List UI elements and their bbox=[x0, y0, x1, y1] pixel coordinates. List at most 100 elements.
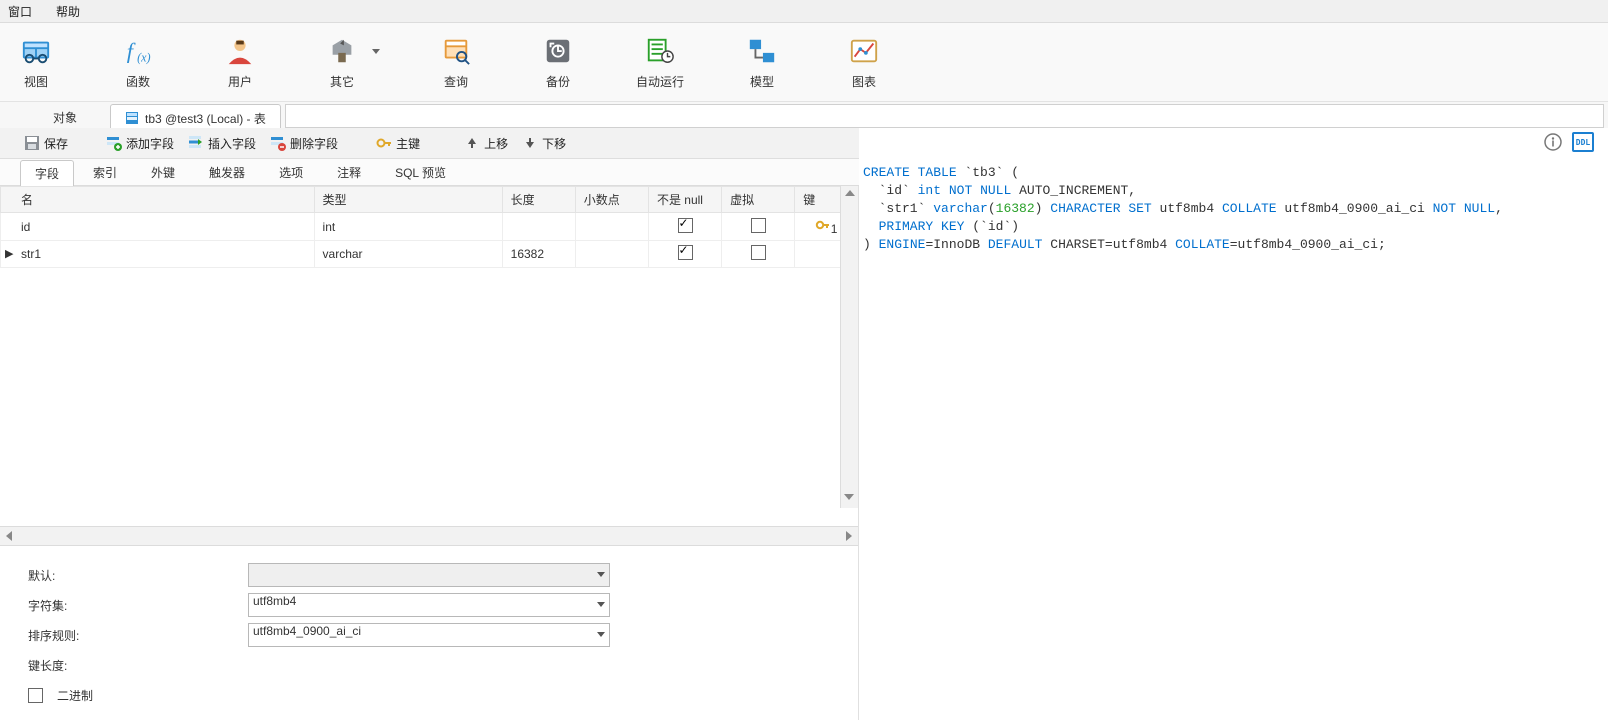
cell-type[interactable]: int bbox=[314, 213, 502, 241]
function-label: 函数 bbox=[126, 73, 150, 90]
other-button[interactable]: 其它 bbox=[316, 35, 368, 90]
col-notnull[interactable]: 不是 null bbox=[648, 187, 721, 213]
sql-preview-panel: DDL CREATE TABLE `tb3` ( `id` int NOT NU… bbox=[859, 128, 1608, 720]
tab-triggers[interactable]: 触发器 bbox=[194, 159, 260, 185]
checkbox-icon[interactable] bbox=[751, 218, 766, 233]
cell-dec[interactable] bbox=[575, 213, 648, 241]
cell-virt[interactable] bbox=[722, 213, 795, 241]
design-toolbar: 保存 添加字段 插入字段 删除字段 bbox=[0, 128, 882, 159]
save-button[interactable]: 保存 bbox=[24, 135, 68, 152]
cell-nn[interactable] bbox=[648, 213, 721, 241]
tab-foreign-keys[interactable]: 外键 bbox=[136, 159, 190, 185]
table-row[interactable]: ▶ str1 varchar 16382 bbox=[1, 241, 858, 268]
info-icon[interactable] bbox=[1544, 133, 1562, 151]
sql-text: CREATE TABLE `tb3` ( `id` int NOT NULL A… bbox=[859, 156, 1608, 254]
scroll-right-icon[interactable] bbox=[846, 531, 852, 541]
design-tabs: 字段 索引 外键 触发器 选项 注释 SQL 预览 bbox=[0, 159, 878, 186]
prop-collate-value: utf8mb4_0900_ai_ci bbox=[253, 624, 361, 638]
user-icon bbox=[224, 35, 256, 67]
col-length[interactable]: 长度 bbox=[502, 187, 575, 213]
cell-name[interactable]: ▶ str1 bbox=[1, 241, 315, 268]
prop-collate-label: 排序规则: bbox=[28, 627, 238, 644]
cell-type[interactable]: varchar bbox=[314, 241, 502, 268]
col-name[interactable]: 名 bbox=[1, 187, 315, 213]
query-button[interactable]: 查询 bbox=[430, 35, 482, 90]
current-row-marker-icon: ▶ bbox=[5, 247, 13, 260]
col-virtual[interactable]: 虚拟 bbox=[722, 187, 795, 213]
autorun-button[interactable]: 自动运行 bbox=[634, 35, 686, 90]
add-field-icon bbox=[106, 135, 122, 151]
tab-objects-label: 对象 bbox=[53, 109, 77, 126]
other-dropdown-icon[interactable] bbox=[372, 49, 380, 54]
function-button[interactable]: f(x) 函数 bbox=[112, 35, 164, 90]
field-properties: 默认: 字符集: utf8mb4 排序规则: utf8mb4_0900_ai_c… bbox=[0, 545, 858, 720]
tab-fields[interactable]: 字段 bbox=[20, 160, 74, 186]
cell-name[interactable]: id bbox=[1, 213, 315, 241]
tab-options[interactable]: 选项 bbox=[264, 159, 318, 185]
chart-button[interactable]: 图表 bbox=[838, 35, 890, 90]
menu-window[interactable]: 窗口 bbox=[8, 3, 32, 20]
pk-number: 1 bbox=[831, 222, 838, 236]
other-icon bbox=[326, 35, 358, 67]
view-label: 视图 bbox=[24, 73, 48, 90]
top-menubar: 窗口 帮助 bbox=[0, 0, 1608, 23]
move-up-button[interactable]: 上移 bbox=[464, 135, 508, 152]
cell-nn[interactable] bbox=[648, 241, 721, 268]
move-down-label: 下移 bbox=[542, 135, 566, 152]
tab-objects[interactable]: 对象 bbox=[20, 103, 110, 130]
primary-key-button[interactable]: 主键 bbox=[376, 135, 420, 152]
tab-table-design-label: tb3 @test3 (Local) - 表 bbox=[145, 110, 266, 127]
delete-field-icon bbox=[270, 135, 286, 151]
prop-charset-select[interactable]: utf8mb4 bbox=[248, 593, 610, 617]
cell-dec[interactable] bbox=[575, 241, 648, 268]
add-field-button[interactable]: 添加字段 bbox=[106, 135, 174, 152]
col-type[interactable]: 类型 bbox=[314, 187, 502, 213]
tab-sql-preview[interactable]: SQL 预览 bbox=[380, 159, 461, 185]
arrow-up-icon bbox=[464, 135, 480, 151]
chevron-down-icon bbox=[597, 632, 605, 637]
user-label: 用户 bbox=[228, 73, 252, 90]
model-icon bbox=[746, 35, 778, 67]
backup-icon bbox=[542, 35, 574, 67]
chevron-down-icon bbox=[597, 572, 605, 577]
query-icon bbox=[440, 35, 472, 67]
menu-help[interactable]: 帮助 bbox=[56, 3, 80, 20]
cell-len[interactable] bbox=[502, 213, 575, 241]
user-button[interactable]: 用户 bbox=[214, 35, 266, 90]
checkbox-checked-icon[interactable] bbox=[678, 218, 693, 233]
ribbon-toolbar: 视图 f(x) 函数 用户 其它 查询 备份 bbox=[0, 23, 1608, 102]
address-bar[interactable] bbox=[285, 104, 1604, 128]
insert-field-label: 插入字段 bbox=[208, 135, 256, 152]
save-label: 保存 bbox=[44, 135, 68, 152]
checkbox-checked-icon[interactable] bbox=[678, 245, 693, 260]
backup-button[interactable]: 备份 bbox=[532, 35, 584, 90]
view-button[interactable]: 视图 bbox=[10, 35, 62, 90]
insert-field-button[interactable]: 插入字段 bbox=[188, 135, 256, 152]
prop-default-select[interactable] bbox=[248, 563, 610, 587]
primary-key-label: 主键 bbox=[396, 135, 420, 152]
ddl-toggle-icon[interactable]: DDL bbox=[1572, 132, 1594, 152]
prop-binary-checkbox[interactable] bbox=[28, 688, 43, 703]
tab-table-design[interactable]: tb3 @test3 (Local) - 表 bbox=[110, 104, 281, 131]
cell-len[interactable]: 16382 bbox=[502, 241, 575, 268]
svg-text:f: f bbox=[127, 38, 136, 63]
insert-field-icon bbox=[188, 135, 204, 151]
tab-indexes[interactable]: 索引 bbox=[78, 159, 132, 185]
table-row[interactable]: id int 1 bbox=[1, 213, 858, 241]
prop-collate-select[interactable]: utf8mb4_0900_ai_ci bbox=[248, 623, 610, 647]
fields-grid[interactable]: 名 类型 长度 小数点 不是 null 虚拟 键 id int bbox=[0, 186, 858, 526]
cell-virt[interactable] bbox=[722, 241, 795, 268]
vertical-scrollbar[interactable] bbox=[840, 186, 858, 508]
autorun-icon bbox=[644, 35, 676, 67]
primary-key-icon bbox=[815, 217, 831, 233]
move-down-button[interactable]: 下移 bbox=[522, 135, 566, 152]
delete-field-button[interactable]: 删除字段 bbox=[270, 135, 338, 152]
tab-comments[interactable]: 注释 bbox=[322, 159, 376, 185]
scroll-left-icon[interactable] bbox=[6, 531, 12, 541]
checkbox-icon[interactable] bbox=[751, 245, 766, 260]
move-up-label: 上移 bbox=[484, 135, 508, 152]
cell-name-text: str1 bbox=[21, 247, 41, 261]
model-button[interactable]: 模型 bbox=[736, 35, 788, 90]
col-decimal[interactable]: 小数点 bbox=[575, 187, 648, 213]
horizontal-scrollbar[interactable] bbox=[0, 526, 858, 545]
